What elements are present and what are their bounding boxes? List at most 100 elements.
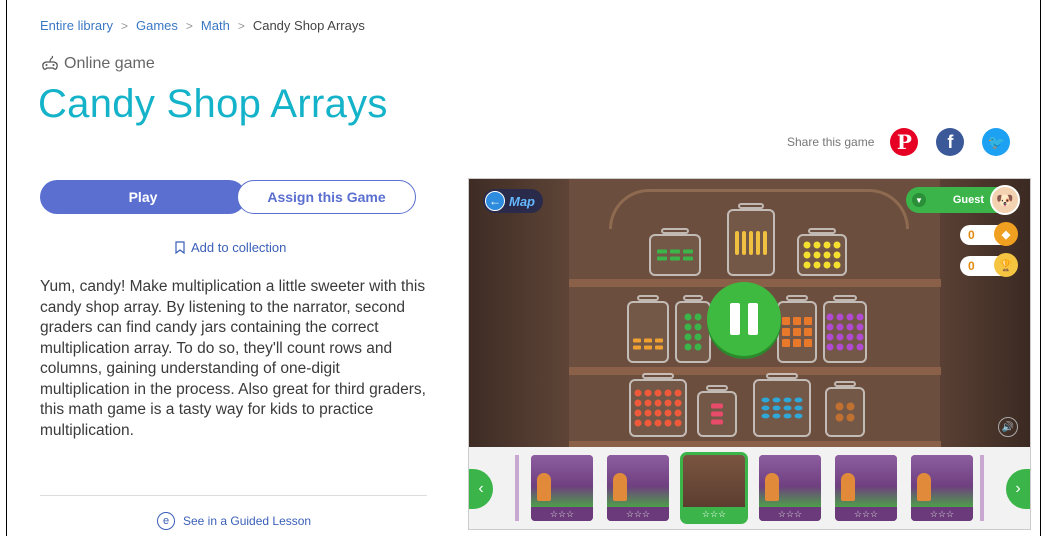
- candy-jar[interactable]: [753, 373, 811, 437]
- scene-left-wall: [469, 179, 569, 447]
- level-thumbnail[interactable]: ☆☆☆: [531, 455, 593, 521]
- coin-count: 0: [968, 228, 975, 242]
- pause-button[interactable]: [707, 282, 781, 356]
- jar-lid: [660, 228, 690, 234]
- pinterest-icon[interactable]: P: [890, 128, 919, 156]
- candy-array: [835, 402, 855, 422]
- carousel-edge: [515, 455, 519, 521]
- shelf-middle: [569, 367, 941, 375]
- share-label: Share this game: [787, 135, 875, 149]
- star-rating: ☆☆☆: [759, 507, 821, 521]
- page-title: Candy Shop Arrays: [38, 82, 388, 126]
- game-scene[interactable]: ← Map ▼ Guest 🐶 0 ◆ 0 🏆 🔊: [469, 179, 1030, 447]
- play-button[interactable]: Play: [40, 180, 246, 214]
- breadcrumb-entire-library[interactable]: Entire library: [40, 18, 113, 33]
- guided-lesson-label: See in a Guided Lesson: [183, 514, 312, 528]
- breadcrumb-current: Candy Shop Arrays: [252, 18, 365, 33]
- star-rating: ☆☆☆: [835, 507, 897, 521]
- add-to-collection-link[interactable]: Add to collection: [175, 240, 286, 255]
- jar-lid: [765, 373, 799, 379]
- game-controller-icon: [42, 55, 58, 70]
- jar-lid: [834, 381, 856, 387]
- jar-lid: [636, 295, 660, 301]
- map-button[interactable]: ← Map: [483, 189, 543, 213]
- thumbnail-character: [537, 473, 551, 501]
- facebook-icon[interactable]: f: [936, 128, 965, 156]
- candy-jar[interactable]: [825, 381, 865, 437]
- trophy-count: 0: [968, 259, 975, 273]
- candy-array: [711, 403, 723, 425]
- trophy-icon: 🏆: [994, 253, 1018, 277]
- content-type-row: Online game: [40, 55, 155, 73]
- level-carousel: ‹ ☆☆☆ ☆☆☆ ☆☆☆ ☆☆☆ ☆☆☆ ☆☆☆ ›: [469, 447, 1030, 529]
- level-thumbnail[interactable]: ☆☆☆: [911, 455, 973, 521]
- candy-jar[interactable]: [675, 295, 711, 363]
- candy-array: [761, 397, 803, 419]
- candy-jar[interactable]: [797, 228, 847, 276]
- candy-array: [633, 338, 663, 350]
- breadcrumb-separator: >: [237, 18, 245, 33]
- breadcrumb-math[interactable]: Math: [201, 18, 230, 33]
- left-frame-border: [6, 0, 7, 536]
- star-rating: ☆☆☆: [607, 507, 669, 521]
- divider: [40, 495, 427, 496]
- level-thumbnails: ☆☆☆ ☆☆☆ ☆☆☆ ☆☆☆ ☆☆☆ ☆☆☆: [531, 452, 973, 524]
- game-player[interactable]: ← Map ▼ Guest 🐶 0 ◆ 0 🏆 🔊 ‹ ☆☆☆ ☆☆☆ ☆☆☆ …: [468, 178, 1031, 530]
- jar-lid: [808, 228, 836, 234]
- candy-array: [684, 313, 702, 351]
- level-thumbnail[interactable]: ☆☆☆: [835, 455, 897, 521]
- thumbnail-character: [841, 473, 855, 501]
- jar-lid: [737, 203, 765, 209]
- star-rating: ☆☆☆: [683, 507, 745, 521]
- candy-array: [803, 241, 841, 269]
- guided-lesson-icon: e: [157, 512, 175, 530]
- twitter-icon[interactable]: 🐦: [982, 128, 1011, 156]
- sound-icon[interactable]: 🔊: [998, 417, 1018, 437]
- candy-jar[interactable]: [629, 373, 687, 437]
- share-bar: Share this game P f 🐦: [787, 128, 1028, 156]
- candy-jar[interactable]: [823, 295, 867, 363]
- carousel-next-button[interactable]: ›: [1006, 469, 1030, 509]
- breadcrumb: Entire library > Games > Math > Candy Sh…: [40, 18, 365, 33]
- candy-array: [735, 230, 767, 255]
- candy-array: [657, 249, 693, 261]
- user-profile-badge[interactable]: ▼ Guest 🐶: [906, 185, 1020, 215]
- scene-right-wall: [940, 179, 1030, 447]
- right-frame-border: [1040, 0, 1041, 536]
- breadcrumb-games[interactable]: Games: [136, 18, 178, 33]
- thumbnail-character: [613, 473, 627, 501]
- avatar: 🐶: [990, 185, 1020, 215]
- candy-array: [634, 389, 682, 427]
- level-thumbnail[interactable]: ☆☆☆: [607, 455, 669, 521]
- game-description: Yum, candy! Make multiplication a little…: [40, 278, 426, 439]
- jar-lid: [833, 295, 857, 301]
- content-type-label: Online game: [64, 55, 155, 72]
- carousel-prev-button[interactable]: ‹: [469, 469, 493, 509]
- map-label: Map: [509, 193, 535, 209]
- assign-game-button[interactable]: Assign this Game: [237, 180, 416, 214]
- jar-lid: [683, 295, 703, 301]
- jar-lid: [641, 373, 675, 379]
- star-rating: ☆☆☆: [911, 507, 973, 521]
- candy-array: [826, 313, 864, 351]
- jar-lid: [786, 295, 808, 301]
- candy-jar[interactable]: [697, 385, 737, 437]
- candy-array: [782, 317, 812, 347]
- candy-jar[interactable]: [627, 295, 669, 363]
- coin-counter: 0 ◆: [960, 222, 1018, 246]
- level-thumbnail-active[interactable]: ☆☆☆: [680, 452, 748, 524]
- candy-jar[interactable]: [777, 295, 817, 363]
- star-rating: ☆☆☆: [531, 507, 593, 521]
- guided-lesson-link[interactable]: e See in a Guided Lesson: [157, 512, 311, 530]
- add-to-collection-label: Add to collection: [191, 240, 287, 255]
- candy-jar[interactable]: [727, 203, 775, 276]
- thumbnail-character: [765, 473, 779, 501]
- carousel-edge: [980, 455, 984, 521]
- level-thumbnail[interactable]: ☆☆☆: [759, 455, 821, 521]
- jar-lid: [706, 385, 728, 391]
- back-arrow-icon: ←: [485, 191, 505, 211]
- thumbnail-character: [917, 473, 931, 501]
- coin-icon: ◆: [994, 222, 1018, 246]
- candy-jar[interactable]: [649, 228, 701, 276]
- trophy-counter: 0 🏆: [960, 253, 1018, 277]
